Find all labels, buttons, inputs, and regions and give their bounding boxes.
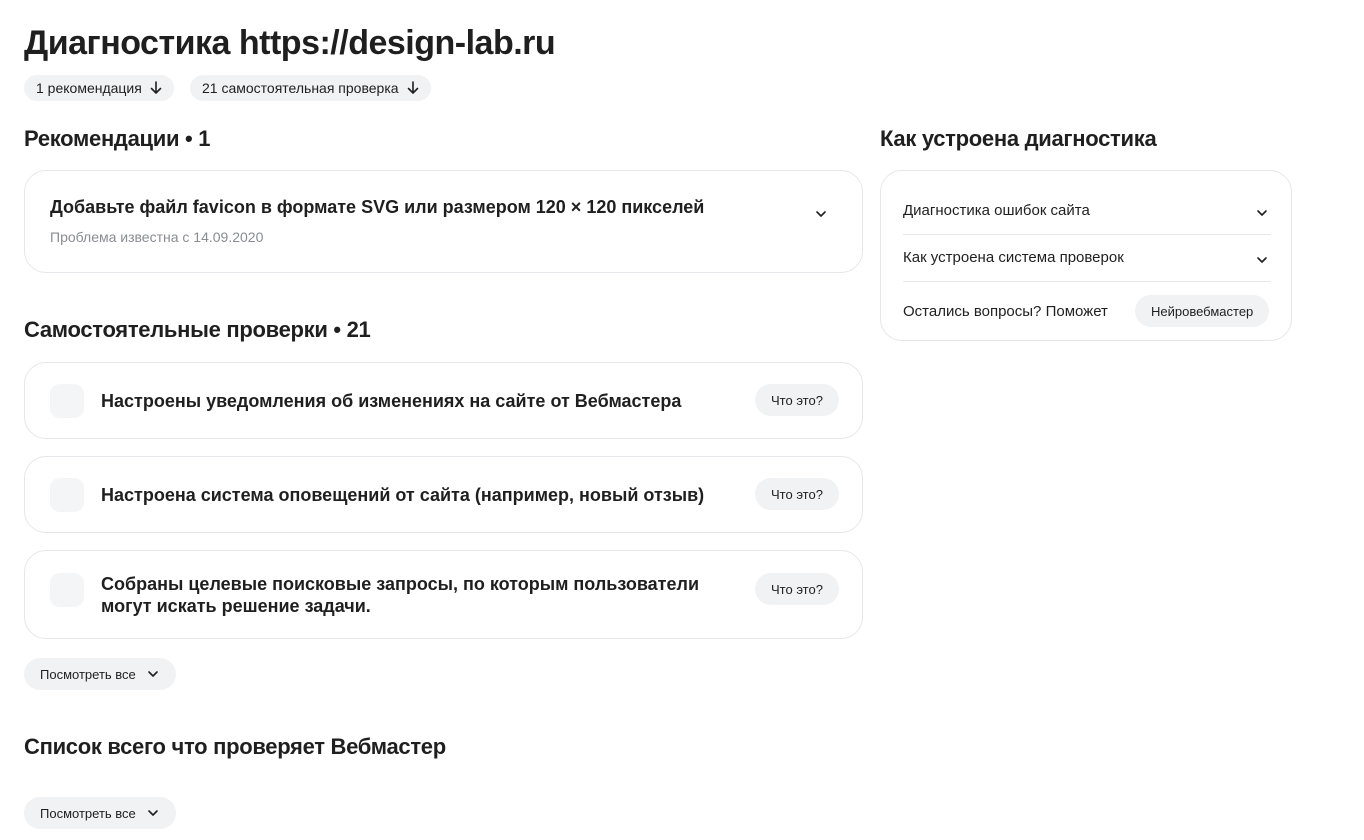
check-card[interactable]: Собраны целевые поисковые запросы, по ко…	[24, 550, 863, 639]
check-text: Настроена система оповещений от сайта (н…	[101, 485, 705, 505]
view-all-checks-button[interactable]: Посмотреть все	[24, 658, 176, 690]
arrow-down-icon	[407, 81, 418, 94]
page-title: Диагностика https://design-lab.ru	[24, 24, 556, 62]
sidebar-heading: Как устроена диагностика	[880, 126, 1157, 151]
check-text: Настроены уведомления об изменениях на с…	[101, 391, 682, 411]
chevron-down-icon[interactable]	[1255, 206, 1269, 220]
view-all-label: Посмотреть все	[40, 805, 136, 821]
chevron-down-icon	[147, 671, 158, 677]
check-card[interactable]: Настроена система оповещений от сайта (н…	[24, 456, 863, 533]
view-all-list-button[interactable]: Посмотреть все	[24, 797, 176, 829]
sidebar-row-label: Как устроена система проверок	[903, 249, 1124, 266]
what-is-this-button[interactable]: Что это?	[755, 573, 839, 605]
chevron-down-icon[interactable]	[814, 207, 828, 221]
all-checks-heading: Список всего что проверяет Вебмастер	[24, 734, 446, 759]
check-text: Собраны целевые поисковые запросы, по ко…	[101, 574, 700, 616]
divider	[903, 234, 1271, 235]
check-status-icon	[50, 478, 84, 512]
what-is-this-button[interactable]: Что это?	[755, 384, 839, 416]
checks-heading: Самостоятельные проверки • 21	[24, 317, 371, 342]
recommendation-date: Проблема известна с 14.09.2020	[50, 229, 264, 245]
sidebar-card: Диагностика ошибок сайта Как устроена си…	[880, 170, 1292, 341]
help-text: Остались вопросы? Поможет	[903, 303, 1108, 320]
neurowebmaster-button[interactable]: Нейровебмастер	[1135, 295, 1270, 327]
recommendation-card[interactable]: Добавьте файл favicon в формате SVG или …	[24, 170, 863, 273]
check-status-icon	[50, 384, 84, 418]
check-status-icon	[50, 573, 84, 607]
recommendations-heading: Рекомендации • 1	[24, 126, 211, 151]
arrow-down-icon	[150, 81, 162, 94]
check-card[interactable]: Настроены уведомления об изменениях на с…	[24, 362, 863, 439]
sidebar-row-checks-system[interactable]: Как устроена система проверок	[903, 249, 1271, 266]
checks-chip[interactable]: 21 самостоятельная проверка	[190, 75, 431, 101]
what-is-this-button[interactable]: Что это?	[755, 478, 839, 510]
chip-label: 1 рекомендация	[36, 80, 142, 96]
view-all-label: Посмотреть все	[40, 666, 136, 682]
chevron-down-icon	[147, 810, 158, 816]
recommendations-chip[interactable]: 1 рекомендация	[24, 75, 174, 101]
sidebar-row-diagnostics[interactable]: Диагностика ошибок сайта	[903, 202, 1271, 219]
chip-label: 21 самостоятельная проверка	[202, 80, 399, 96]
sidebar-row-label: Диагностика ошибок сайта	[903, 202, 1090, 219]
divider	[903, 281, 1271, 282]
chevron-down-icon[interactable]	[1255, 253, 1269, 267]
recommendation-title: Добавьте файл favicon в формате SVG или …	[50, 197, 705, 217]
